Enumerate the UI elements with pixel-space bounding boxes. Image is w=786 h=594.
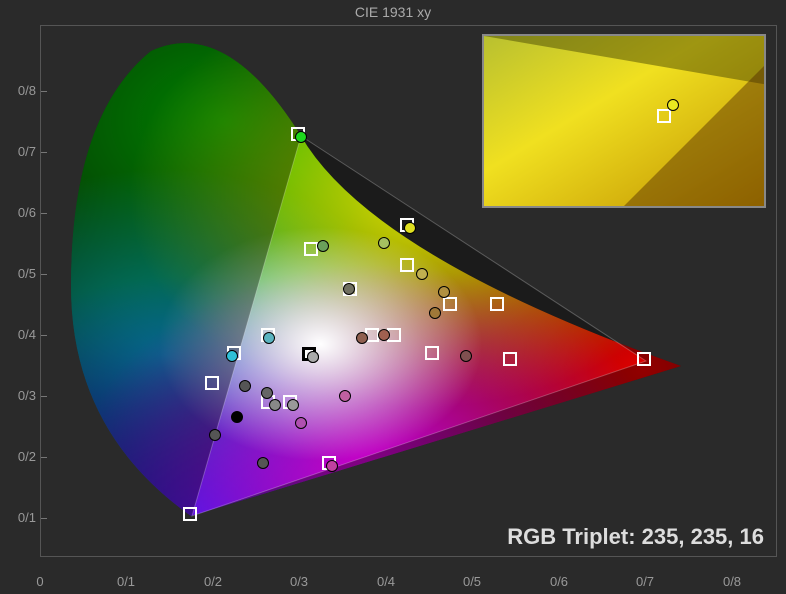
measured-point: [460, 350, 472, 362]
zoom-inset: [482, 34, 766, 208]
measured-point: [295, 417, 307, 429]
y-tick-label: 0/4: [0, 327, 36, 342]
rgb-label-prefix: RGB Triplet:: [507, 524, 641, 549]
x-tick-label: 0/1: [117, 574, 135, 594]
y-tick-label: 0/2: [0, 449, 36, 464]
measured-point: [317, 240, 329, 252]
measured-point: [356, 332, 368, 344]
measured-point: [438, 286, 450, 298]
measured-point: [307, 351, 319, 363]
target-square: [503, 352, 517, 366]
measured-point: [429, 307, 441, 319]
target-square: [443, 297, 457, 311]
x-tick-label: 0/2: [204, 574, 222, 594]
measured-point: [239, 380, 251, 392]
measured-point: [416, 268, 428, 280]
zoom-inset-svg: [484, 36, 764, 206]
zoom-target-square: [657, 109, 671, 123]
measured-point: [378, 329, 390, 341]
y-tick-label: 0/7: [0, 144, 36, 159]
measured-point: [326, 460, 338, 472]
target-square: [490, 297, 504, 311]
measured-point: [261, 387, 273, 399]
measured-point: [263, 332, 275, 344]
measured-point: [257, 457, 269, 469]
measured-point: [339, 390, 351, 402]
x-tick-label: 0/6: [550, 574, 568, 594]
measured-point: [226, 350, 238, 362]
x-tick-label: 0/4: [377, 574, 395, 594]
measured-point: [404, 222, 416, 234]
target-square: [205, 376, 219, 390]
y-tick-label: 0/6: [0, 205, 36, 220]
zoom-measured-point: [667, 99, 679, 111]
rgb-label-value: 235, 235, 16: [642, 524, 764, 549]
measured-point: [343, 283, 355, 295]
y-tick-label: 0/3: [0, 388, 36, 403]
y-tick-label: 0/8: [0, 83, 36, 98]
measured-point: [287, 399, 299, 411]
target-square: [400, 258, 414, 272]
plot-area[interactable]: RGB Triplet: 235, 235, 16: [40, 25, 777, 557]
x-tick-label: 0: [36, 574, 43, 594]
measured-point: [295, 131, 307, 143]
target-square: [425, 346, 439, 360]
x-tick-label: 0/3: [290, 574, 308, 594]
x-tick-label: 0/5: [463, 574, 481, 594]
measured-point: [231, 411, 243, 423]
x-tick-label: 0/7: [636, 574, 654, 594]
y-tick-label: 0/5: [0, 266, 36, 281]
measured-point: [269, 399, 281, 411]
measured-point: [378, 237, 390, 249]
measured-point: [209, 429, 221, 441]
y-tick-label: 0/1: [0, 510, 36, 525]
chart-container: CIE 1931 xy 0/1 0/2 0/3 0/4 0/5 0/6 0/7 …: [0, 0, 786, 594]
chart-title: CIE 1931 xy: [0, 4, 786, 20]
target-square: [183, 507, 197, 521]
target-square: [637, 352, 651, 366]
rgb-triplet-label: RGB Triplet: 235, 235, 16: [507, 524, 764, 550]
x-tick-label: 0/8: [723, 574, 741, 594]
